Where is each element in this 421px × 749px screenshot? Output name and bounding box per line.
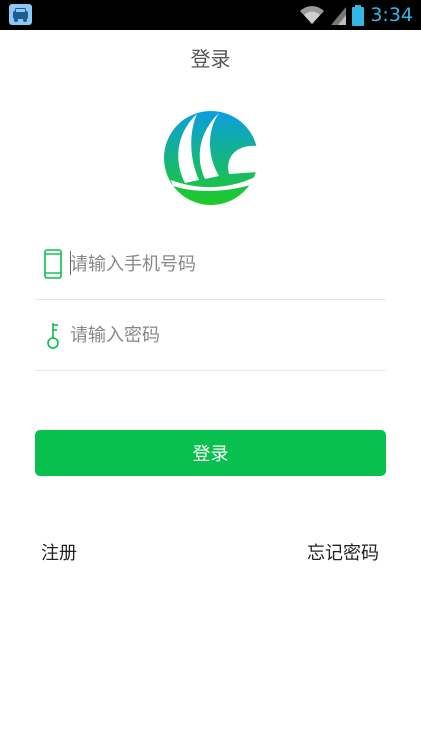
signal-icon <box>331 7 347 25</box>
phone-input[interactable] <box>70 247 370 281</box>
battery-icon <box>352 4 365 26</box>
wifi-icon <box>300 6 325 24</box>
phone-field <box>35 229 386 300</box>
login-button[interactable]: 登录 <box>35 430 386 476</box>
status-time: 3:34 <box>370 4 413 26</box>
status-bar: 3:34 <box>0 0 421 30</box>
page-title: 登录 <box>190 47 231 71</box>
password-input[interactable] <box>70 318 370 352</box>
app-notification-icon <box>9 4 32 25</box>
password-field <box>35 300 386 371</box>
app-logo <box>164 111 259 205</box>
register-link[interactable]: 注册 <box>41 541 77 567</box>
phone-icon <box>44 249 62 279</box>
forgot-password-link[interactable]: 忘记密码 <box>307 541 379 567</box>
key-icon <box>47 323 59 349</box>
login-screen: 3:34 登录 请输入手机号码 登录 注册 忘记密码 <box>0 0 421 749</box>
status-indicators: 3:34 <box>299 0 413 30</box>
